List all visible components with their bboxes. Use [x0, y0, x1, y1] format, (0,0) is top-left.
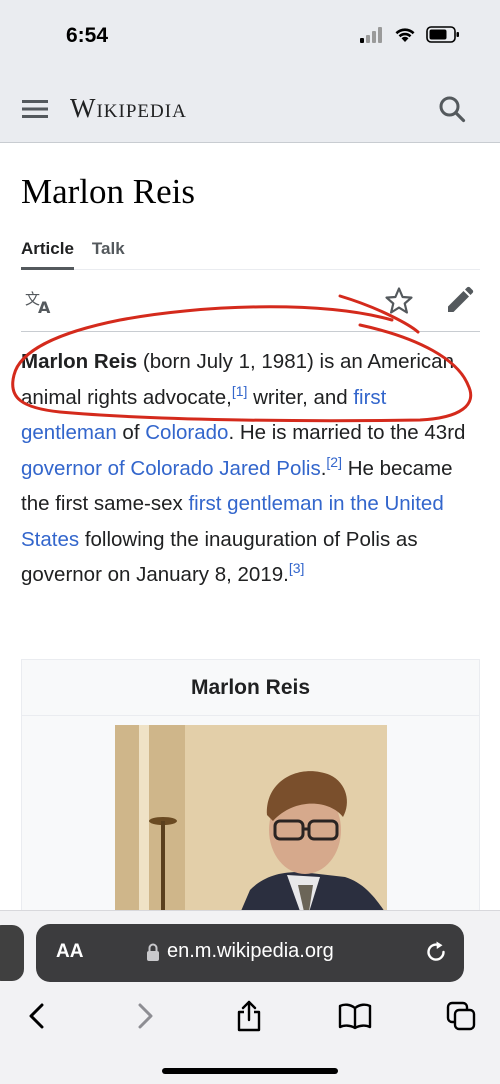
link-jared-polis[interactable]: Jared Polis [219, 457, 320, 480]
tabs-icon [446, 1001, 476, 1031]
infobox: Marlon Reis [21, 659, 480, 919]
paragraph-text: writer, and [247, 385, 354, 409]
paragraph-text: of [116, 421, 146, 444]
page-title: Marlon Reis [21, 172, 196, 211]
star-icon[interactable] [384, 286, 414, 316]
edit-icon[interactable] [444, 286, 474, 316]
forward-button[interactable] [120, 998, 170, 1034]
bookmarks-button[interactable] [330, 998, 380, 1034]
article-subject: Marlon Reis [21, 350, 138, 373]
paragraph-text: following the inauguration of Polis as g… [21, 527, 418, 587]
reference-link[interactable]: [2] [326, 454, 342, 470]
link-colorado[interactable]: Colorado [145, 421, 228, 444]
lock-icon [147, 943, 159, 961]
portrait-image [115, 725, 387, 918]
battery-icon [426, 26, 459, 43]
status-time: 6:54 [66, 24, 109, 47]
tabs-button[interactable] [436, 998, 486, 1034]
infobox-title: Marlon Reis [22, 660, 479, 716]
back-icon [29, 1003, 44, 1029]
share-icon [237, 1000, 261, 1032]
tab-article[interactable]: Article [21, 236, 74, 270]
share-button[interactable] [224, 998, 274, 1034]
home-indicator[interactable] [162, 1068, 338, 1074]
cellular-signal-icon [360, 26, 382, 43]
wikipedia-wordmark[interactable]: Wikipedia [70, 93, 187, 124]
bookmarks-icon [338, 1003, 372, 1030]
link-governor-of-colorado[interactable]: governor of Colorado [21, 457, 214, 480]
reference-link[interactable]: [3] [289, 560, 305, 576]
wiki-header: Wikipedia [0, 75, 500, 143]
article-lead-paragraph: Marlon Reis (born July 1, 1981) is an Am… [21, 344, 481, 593]
language-icon[interactable]: 文 A [25, 288, 55, 316]
tab-talk[interactable]: Talk [92, 236, 125, 270]
back-button[interactable] [12, 998, 62, 1034]
reload-icon[interactable] [424, 940, 448, 964]
menu-icon[interactable] [22, 97, 48, 121]
infobox-photo[interactable] [115, 725, 387, 918]
paragraph-text: . He is married to the 43rd [228, 421, 466, 444]
page-actions-toolbar: 文 A [21, 270, 480, 332]
svg-text:A: A [38, 298, 51, 316]
status-icons [360, 26, 460, 43]
search-icon[interactable] [438, 95, 466, 123]
text-size-button[interactable]: AA [56, 941, 83, 963]
reference-link[interactable]: [1] [232, 383, 248, 399]
address-bar[interactable]: AA en.m.wikipedia.org [36, 924, 464, 982]
previous-tab-preview[interactable] [0, 925, 24, 981]
url-text[interactable]: en.m.wikipedia.org [167, 940, 334, 963]
status-bar: 6:54 [0, 0, 500, 75]
browser-address-area: AA en.m.wikipedia.org [0, 910, 500, 998]
article-tabs: Article Talk [21, 236, 480, 270]
browser-toolbar [0, 998, 500, 1084]
wifi-icon [395, 28, 415, 42]
forward-icon [138, 1003, 153, 1029]
